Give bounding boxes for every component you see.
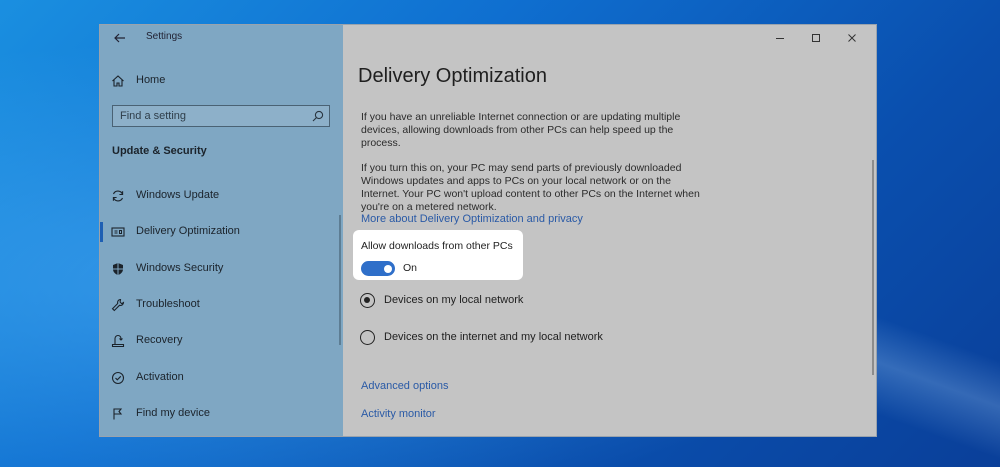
settings-window: Settings Home Update & Security Windows … — [99, 24, 877, 437]
close-icon[interactable] — [844, 30, 860, 46]
radio-label: Devices on my local network — [384, 294, 524, 306]
app-title: Settings — [146, 31, 183, 42]
sidebar-item-label: Recovery — [136, 334, 183, 346]
sidebar-item-label: Find my device — [136, 407, 210, 419]
radio-label: Devices on the internet and my local net… — [384, 331, 603, 343]
sidebar: Settings Home Update & Security Windows … — [100, 25, 343, 436]
advanced-options-link[interactable]: Advanced options — [361, 380, 448, 392]
radio-local-network[interactable]: Devices on my local network — [360, 292, 720, 310]
find-device-icon — [110, 406, 126, 422]
activation-icon — [110, 370, 126, 386]
radio-button-checked[interactable] — [360, 293, 375, 308]
search-box[interactable] — [112, 105, 330, 127]
home-icon — [110, 73, 126, 89]
sidebar-item-delivery-optimization[interactable]: Delivery Optimization — [100, 218, 343, 246]
sidebar-item-home[interactable]: Home — [100, 67, 343, 95]
maximize-icon[interactable] — [808, 30, 824, 46]
radio-button[interactable] — [360, 330, 375, 345]
sidebar-item-activation[interactable]: Activation — [100, 364, 343, 392]
section-title: Update & Security — [112, 145, 207, 157]
sidebar-item-label: Windows Security — [136, 262, 224, 274]
back-arrow-icon[interactable] — [112, 30, 128, 46]
allow-downloads-setting: Allow downloads from other PCs On — [353, 230, 523, 280]
radio-internet-and-local[interactable]: Devices on the internet and my local net… — [360, 329, 720, 347]
search-input[interactable] — [113, 106, 303, 126]
title-bar: Settings — [100, 25, 343, 51]
delivery-icon — [110, 224, 126, 240]
minimize-icon[interactable] — [772, 30, 788, 46]
page-title: Delivery Optimization — [358, 65, 547, 87]
sidebar-item-label: Troubleshoot — [136, 298, 200, 310]
more-info-link[interactable]: More about Delivery Optimization and pri… — [361, 213, 583, 225]
search-icon[interactable] — [311, 109, 325, 123]
activity-monitor-link[interactable]: Activity monitor — [361, 408, 436, 420]
wrench-icon — [110, 297, 126, 313]
privacy-paragraph: If you turn this on, your PC may send pa… — [361, 162, 700, 213]
allow-downloads-toggle[interactable] — [361, 261, 395, 276]
sidebar-item-windows-update[interactable]: Windows Update — [100, 182, 343, 210]
sidebar-item-windows-security[interactable]: Windows Security — [100, 255, 343, 283]
content-scrollbar[interactable] — [872, 160, 874, 375]
sidebar-item-find-my-device[interactable]: Find my device — [100, 400, 343, 428]
toggle-state-text: On — [403, 262, 418, 274]
toggle-label: Allow downloads from other PCs — [361, 240, 513, 252]
description-paragraph: If you have an unreliable Internet conne… — [361, 111, 681, 149]
toggle-knob — [384, 264, 392, 273]
window-controls — [766, 25, 876, 51]
sidebar-item-troubleshoot[interactable]: Troubleshoot — [100, 291, 343, 319]
refresh-icon — [110, 188, 126, 204]
active-item-marker — [100, 222, 103, 242]
sidebar-item-label: Delivery Optimization — [136, 225, 240, 237]
sidebar-item-label: Home — [136, 74, 166, 86]
shield-icon — [110, 261, 126, 277]
content-pane: Delivery Optimization If you have an unr… — [343, 25, 876, 436]
recovery-icon — [110, 333, 126, 349]
sidebar-item-label: Activation — [136, 371, 184, 383]
sidebar-scrollbar[interactable] — [339, 215, 341, 345]
sidebar-item-recovery[interactable]: Recovery — [100, 327, 343, 355]
sidebar-item-label: Windows Update — [136, 189, 220, 201]
